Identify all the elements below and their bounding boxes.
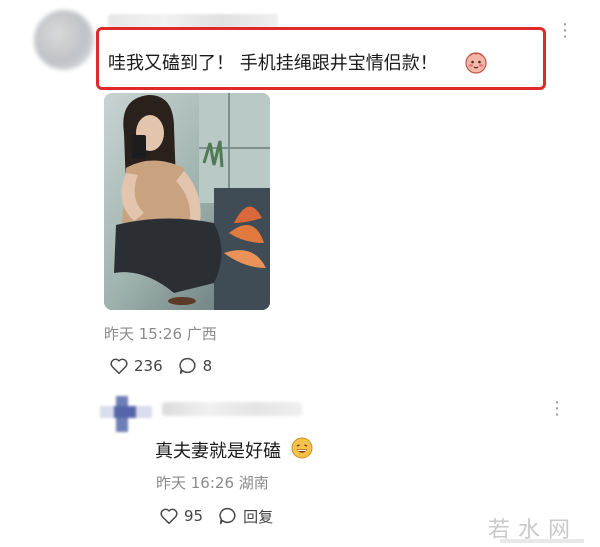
reply-avatar-blurred[interactable]	[100, 392, 152, 434]
comment-bubble-icon	[219, 507, 236, 525]
blushing-emoji-icon	[465, 52, 487, 74]
reply-button[interactable]: 回复	[217, 505, 273, 527]
more-options-icon[interactable]: ⋮	[556, 22, 575, 40]
comment-timestamp-location: 昨天 15:26 广西	[104, 325, 217, 343]
like-button[interactable]: 236	[108, 355, 163, 377]
commenter-name-blurred[interactable]	[108, 14, 278, 28]
heart-icon	[160, 508, 178, 525]
comment-text: 哇我又磕到了！ 手机挂绳跟井宝情侣款！	[108, 53, 438, 74]
grinning-sweat-emoji-icon	[291, 437, 313, 459]
watermark-underline	[500, 539, 584, 543]
reply-count: 8	[202, 357, 213, 375]
commenter-avatar-blurred[interactable]	[34, 10, 94, 70]
reply-count-button[interactable]: 8	[177, 355, 213, 377]
comment-photo[interactable]	[104, 93, 270, 310]
reply-name-blurred[interactable]	[162, 402, 302, 416]
like-count: 236	[134, 357, 163, 375]
reply-more-options-icon[interactable]: ⋮	[548, 400, 567, 418]
heart-icon	[110, 358, 128, 375]
comment-bubble-icon	[178, 357, 196, 375]
reply-label: 回复	[243, 507, 274, 526]
comment-actions: 236 8	[108, 355, 226, 377]
photo-woman-phone	[104, 93, 270, 310]
reply-text: 真夫妻就是好磕	[155, 441, 281, 462]
reply-timestamp-location: 昨天 16:26 湖南	[156, 474, 269, 492]
reply-like-count: 95	[184, 507, 204, 525]
reply-like-button[interactable]: 95	[158, 505, 203, 527]
reply-actions: 95 回复	[158, 505, 287, 527]
